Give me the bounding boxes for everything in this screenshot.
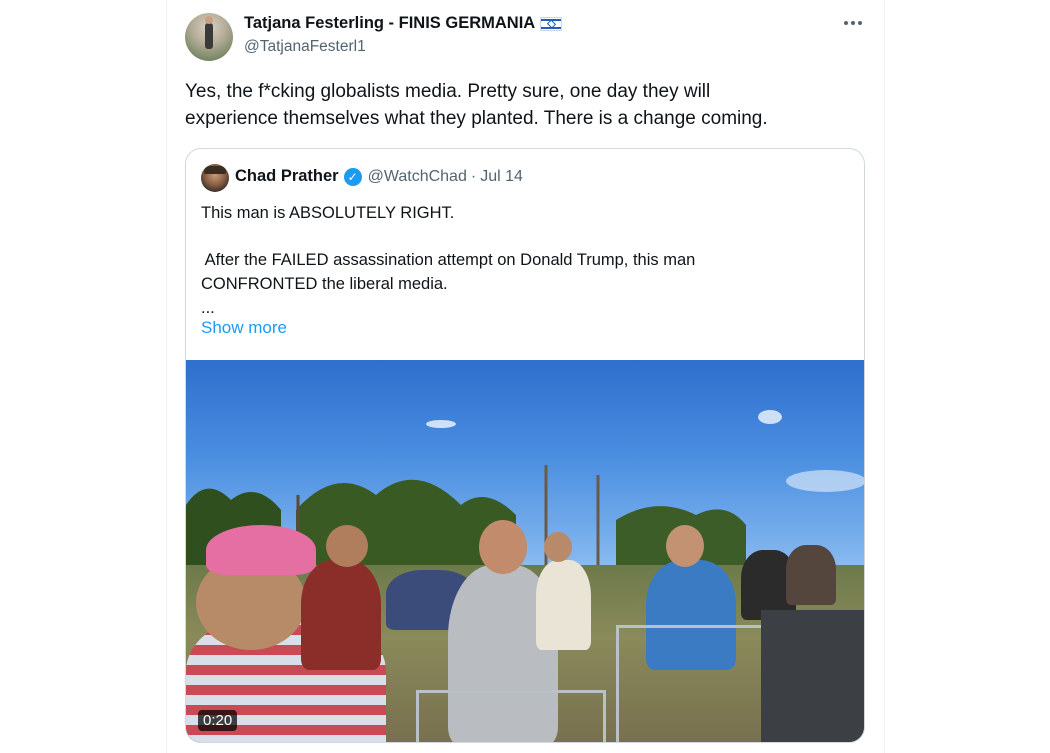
israel-flag-icon bbox=[540, 16, 563, 31]
quoted-tweet-date[interactable]: Jul 14 bbox=[480, 168, 523, 186]
quoted-text-line: CONFRONTED the liberal media. bbox=[201, 275, 448, 293]
quoted-text-line: This man is ABSOLUTELY RIGHT. bbox=[201, 204, 455, 222]
tweet-text-line: Yes, the f*cking globalists media. Prett… bbox=[185, 81, 711, 102]
stage-equipment bbox=[761, 610, 864, 742]
barricade bbox=[416, 690, 606, 742]
quoted-tweet-text: This man is ABSOLUTELY RIGHT. After the … bbox=[201, 201, 851, 320]
author-name-row[interactable]: Tatjana Festerling - FINIS GERMANIA bbox=[244, 14, 563, 33]
quoted-tweet-card[interactable]: Chad Prather ✓ @WatchChad · Jul 14 This … bbox=[185, 148, 865, 743]
author-handle[interactable]: @TatjanaFesterl1 bbox=[244, 38, 366, 56]
man-white-head bbox=[544, 532, 572, 562]
video-player[interactable]: 0:20 bbox=[186, 360, 864, 742]
quoted-text-line: After the FAILED assassination attempt o… bbox=[201, 251, 696, 269]
man-gray-head bbox=[479, 520, 527, 574]
header-separator: · bbox=[470, 167, 477, 185]
author-avatar[interactable] bbox=[185, 13, 233, 61]
author-name[interactable]: Tatjana Festerling - FINIS GERMANIA bbox=[244, 14, 535, 32]
quoted-author-name[interactable]: Chad Prather bbox=[235, 167, 339, 186]
verified-badge-icon: ✓ bbox=[343, 167, 362, 186]
crowd-right bbox=[786, 545, 836, 605]
pink-cap bbox=[206, 525, 316, 575]
video-duration-badge: 0:20 bbox=[198, 710, 238, 731]
quoted-tweet-header: Chad Prather ✓ @WatchChad · Jul 14 bbox=[235, 167, 523, 186]
tweet-text-line: experience themselves what they planted.… bbox=[185, 108, 768, 129]
man-red-shirt bbox=[301, 560, 381, 670]
barricade bbox=[616, 625, 766, 742]
tweet-text: Yes, the f*cking globalists media. Prett… bbox=[185, 78, 865, 132]
quoted-author-avatar[interactable] bbox=[201, 164, 229, 192]
man-red-head bbox=[326, 525, 368, 567]
cloud bbox=[426, 420, 456, 428]
man-blue-head bbox=[666, 525, 704, 567]
man-white-shirt bbox=[536, 560, 591, 650]
quoted-text-line: ... bbox=[201, 299, 215, 317]
show-more-link[interactable]: Show more bbox=[201, 318, 287, 338]
cloud bbox=[758, 410, 782, 424]
quoted-author-handle[interactable]: @WatchChad bbox=[368, 168, 467, 186]
more-options-icon[interactable] bbox=[842, 14, 864, 32]
